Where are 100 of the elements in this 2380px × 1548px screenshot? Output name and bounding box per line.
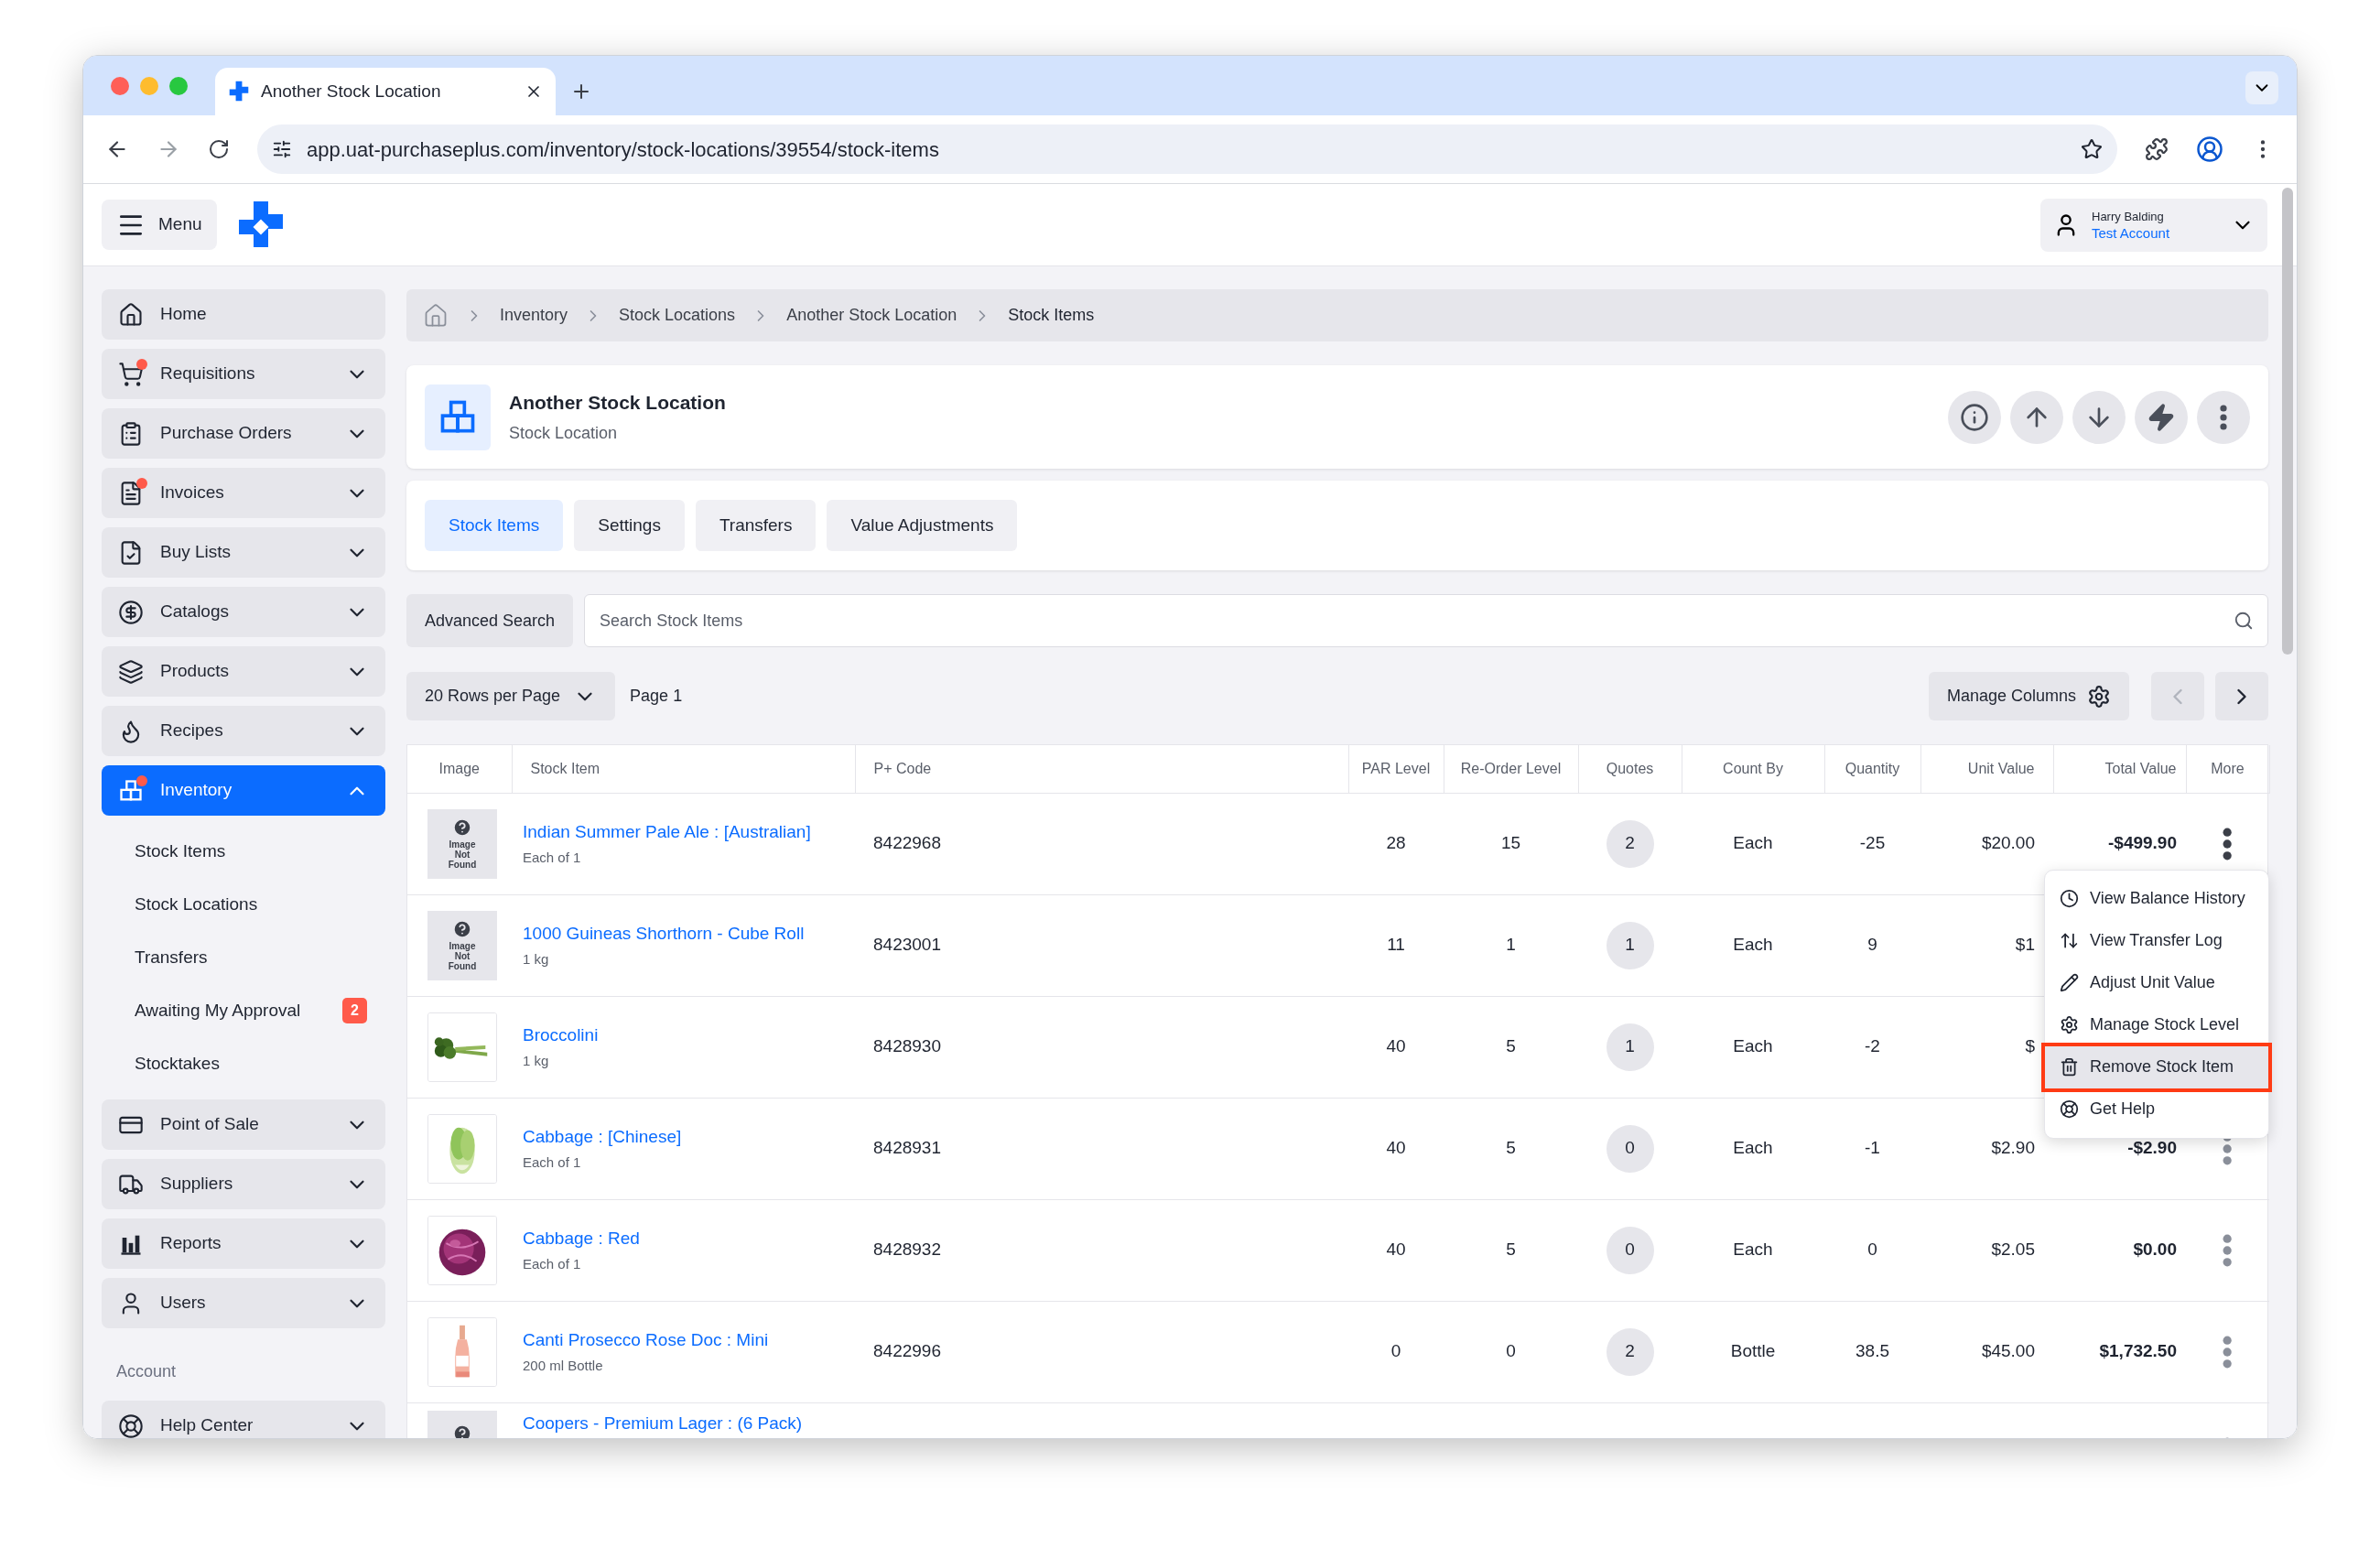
sidebar-subitem[interactable]: Awaiting My Approval 2 — [102, 984, 385, 1037]
table-cell: -1 — [1865, 1138, 1880, 1158]
sidebar-subitem[interactable]: Stock Locations — [102, 878, 385, 931]
table-cell: -25 — [1859, 833, 1886, 853]
sidebar-subitem[interactable]: Stock Items — [102, 825, 385, 878]
sidebar-item[interactable]: Inventory — [102, 765, 385, 816]
sidebar-item[interactable]: Catalogs — [102, 587, 385, 637]
table-cell: $2.05 — [1991, 1239, 2035, 1260]
sidebar-item[interactable]: Requisitions — [102, 349, 385, 399]
table-cell: $ — [2025, 1036, 2035, 1056]
account-name: Test Account — [2092, 224, 2171, 242]
unit-text: 200 ml Bottle — [523, 1356, 604, 1375]
table-cell: $0.00 — [2133, 1239, 2177, 1260]
sidebar-subitem[interactable]: Transfers — [102, 931, 385, 984]
table-cell: Bottle — [1730, 1341, 1776, 1361]
sidebar-item[interactable]: Invoices — [102, 468, 385, 518]
stock-item-link[interactable]: 1000 Guineas Shorthorn - Cube Roll — [523, 921, 855, 947]
url-text: app.uat-purchaseplus.com/inventory/stock-locations/39554/stock-items — [307, 136, 940, 163]
table-cell: -$2.90 — [2127, 1138, 2177, 1158]
table-cell: $45.00 — [1981, 1341, 2035, 1361]
breadcrumb-link[interactable]: Stock Locations — [619, 303, 736, 328]
column-header: Re-Order Level — [1460, 760, 1562, 776]
table-cell: $20.00 — [1981, 833, 2035, 853]
stock-item-link[interactable]: Indian Summer Pale Ale : [Australian] — [523, 819, 855, 846]
manage-columns-button[interactable]: Manage Columns — [1928, 672, 2129, 720]
quote-count: 1 — [1606, 1023, 1654, 1071]
table-cell: $1 — [2015, 935, 2035, 955]
column-header: Stock Item — [530, 760, 600, 776]
location-title: Another Stock Location — [509, 391, 727, 416]
menu-item[interactable]: Get Help — [2045, 1088, 2268, 1131]
table-cell: Each — [1733, 833, 1773, 853]
table-cell: 1 — [1506, 935, 1516, 955]
breadcrumb-link[interactable]: Another Stock Location — [786, 303, 957, 328]
menu-item[interactable]: View Transfer Log — [2045, 919, 2268, 962]
table-cell: 0 — [1867, 1239, 1877, 1260]
table-cell: -$499.90 — [2108, 833, 2177, 853]
location-subtitle: Stock Location — [509, 422, 619, 444]
table-cell: $2.90 — [1991, 1138, 2035, 1158]
page-indicator: Page 1 — [630, 686, 683, 707]
image-not-found-text: Image Not Found — [447, 839, 478, 870]
table-cell: 5 — [1506, 1138, 1516, 1158]
tab[interactable]: Settings — [574, 500, 685, 551]
table-cell: 40 — [1386, 1036, 1406, 1056]
sidebar-item[interactable]: Reports — [102, 1218, 385, 1269]
column-header: PAR Level — [1361, 760, 1431, 776]
table-cell: 9 — [1867, 935, 1877, 955]
stock-item-link[interactable]: Canti Prosecco Rose Doc : Mini — [523, 1327, 855, 1354]
unit-text: Each of 1 — [523, 1254, 582, 1273]
unit-text: 1 kg — [523, 1051, 550, 1070]
search-field[interactable]: Search Stock Items — [584, 594, 2268, 647]
tab[interactable]: Transfers — [695, 500, 817, 551]
column-header: Quantity — [1844, 760, 1900, 776]
column-header: Quotes — [1606, 760, 1654, 776]
stock-item-link[interactable]: Coopers - Premium Lager : (6 Pack) — [523, 1410, 855, 1436]
menu-item[interactable]: Adjust Unit Value — [2045, 961, 2268, 1004]
section-label: Account — [115, 1361, 178, 1382]
sidebar-item[interactable]: Home — [102, 289, 385, 340]
sidebar-item[interactable]: Help Center — [102, 1401, 385, 1438]
menu-item[interactable]: View Balance History — [2045, 877, 2268, 920]
table-cell: 5 — [1506, 1036, 1516, 1056]
table-cell: 8428932 — [873, 1239, 941, 1260]
table-cell: 8428931 — [873, 1138, 941, 1158]
browser-tab[interactable]: Another Stock Location — [215, 68, 556, 115]
breadcrumb-link[interactable]: Stock Items — [1008, 303, 1095, 328]
table-cell: Each — [1733, 1239, 1773, 1260]
sidebar-item[interactable]: Suppliers — [102, 1159, 385, 1209]
table-cell: 8423001 — [873, 935, 941, 955]
quote-count: 0 — [1606, 1226, 1654, 1274]
rows-per-page-dropdown[interactable]: 20 Rows per Page — [406, 672, 616, 720]
menu-item[interactable]: Manage Stock Level — [2045, 1003, 2268, 1046]
stock-item-link[interactable]: Broccolini — [523, 1023, 855, 1049]
address-bar[interactable]: app.uat-purchaseplus.com/inventory/stock-locations/39554/stock-items — [257, 124, 2117, 174]
tab[interactable]: Stock Items — [425, 500, 564, 551]
table-cell: 0 — [1506, 1341, 1516, 1361]
sidebar-item[interactable]: Users — [102, 1278, 385, 1328]
stock-item-link[interactable]: Cabbage : Red — [523, 1226, 855, 1252]
table-cell: Each — [1733, 1138, 1773, 1158]
stock-item-link[interactable]: Cabbage : [Chinese] — [523, 1124, 855, 1151]
breadcrumb-link[interactable]: Inventory — [500, 303, 568, 328]
advanced-search-button[interactable]: Advanced Search — [406, 594, 574, 647]
column-header: Unit Value — [1967, 760, 2035, 776]
tab[interactable]: Value Adjustments — [827, 500, 1018, 551]
menu-button[interactable]: Menu — [102, 200, 217, 250]
quote-count: 1 — [1606, 921, 1654, 969]
sidebar-item[interactable]: Products — [102, 646, 385, 697]
column-header: Count By — [1723, 760, 1783, 776]
sidebar-subitem[interactable]: Stocktakes — [102, 1037, 385, 1090]
unit-text: Each of 1 — [523, 848, 582, 867]
sidebar-item[interactable]: Point of Sale — [102, 1099, 385, 1150]
table-cell: Each — [1733, 1036, 1773, 1056]
user-menu[interactable]: Harry Balding Test Account — [2040, 198, 2267, 252]
tab-title: Another Stock Location — [261, 80, 442, 103]
table-cell: 15 — [1500, 833, 1521, 853]
quote-count: 0 — [1606, 1124, 1654, 1173]
sidebar-item[interactable]: Recipes — [102, 706, 385, 756]
table-cell: 28 — [1386, 833, 1406, 853]
table-cell: $1,732.50 — [2099, 1341, 2177, 1361]
sidebar-item[interactable]: Buy Lists — [102, 527, 385, 578]
sidebar-item[interactable]: Purchase Orders — [102, 408, 385, 459]
table-cell: 0 — [1390, 1341, 1401, 1361]
